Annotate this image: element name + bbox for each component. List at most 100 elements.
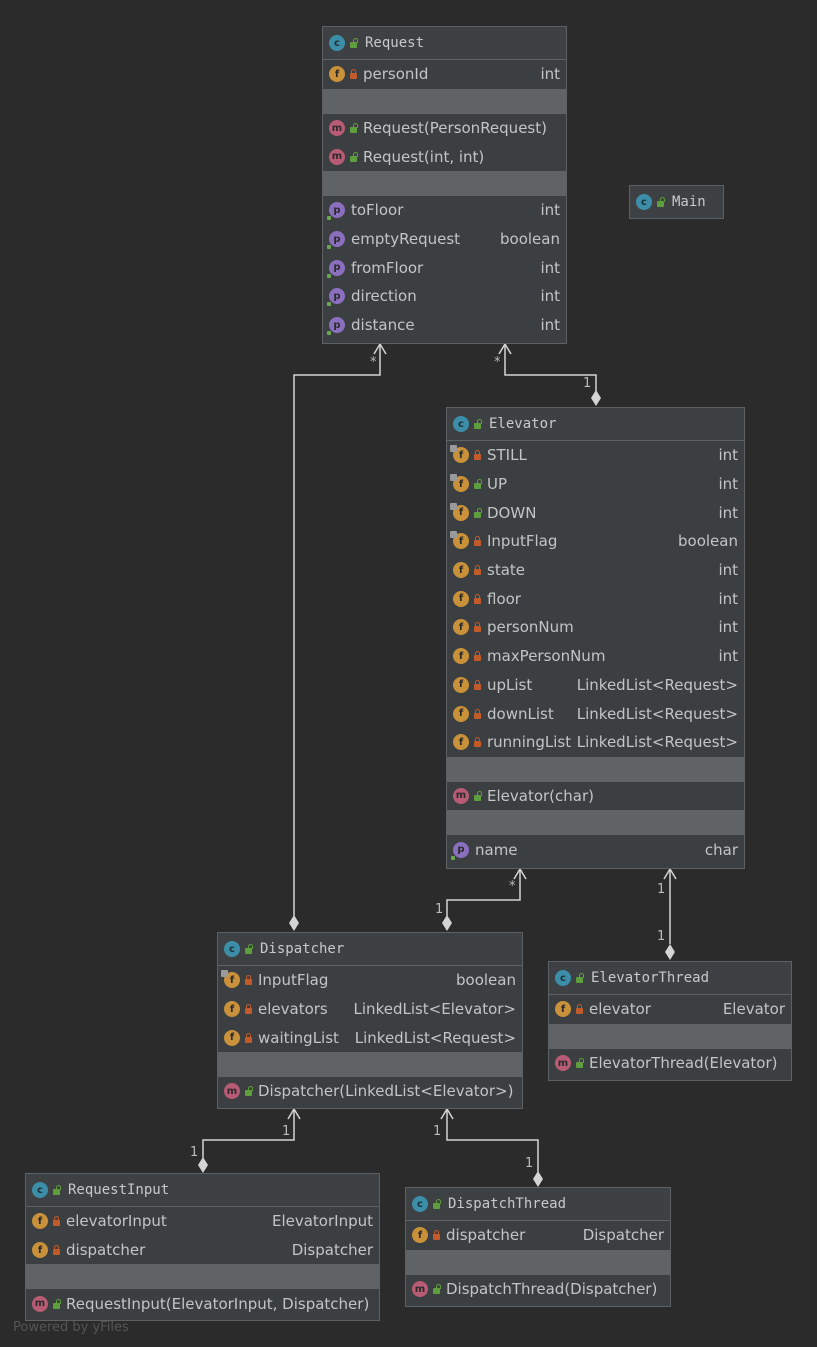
- method-icon: m: [412, 1281, 428, 1298]
- field-icon: f: [224, 1029, 240, 1046]
- arrow-request-right: [498, 342, 512, 355]
- private-lock-icon: [53, 1245, 60, 1256]
- method-row: m Request(int, int): [323, 142, 566, 171]
- field-row: f upList LinkedList<Request>: [447, 671, 744, 700]
- field-row: f maxPersonNum int: [447, 642, 744, 671]
- method-icon: m: [329, 148, 345, 165]
- class-icon: c: [555, 970, 571, 986]
- field-icon: f: [453, 562, 469, 579]
- property-icon: p: [327, 259, 345, 278]
- field-row: f downList LinkedList<Request>: [447, 699, 744, 728]
- property-row: p fromFloor int: [323, 253, 566, 282]
- private-lock-icon: [474, 536, 481, 547]
- class-icon: c: [453, 416, 469, 432]
- public-lock-icon: [245, 1086, 253, 1097]
- method-icon: m: [224, 1083, 240, 1100]
- class-node-dispatcher[interactable]: c Dispatcher f InputFlag boolean f elevat…: [217, 932, 523, 1109]
- arrow-elevator-left: [513, 867, 527, 880]
- property-row: p distance int: [323, 311, 566, 340]
- private-lock-icon: [474, 593, 481, 604]
- class-header: c DispatchThread: [406, 1188, 670, 1221]
- field-row: f personNum int: [447, 613, 744, 642]
- class-header: c Elevator: [447, 408, 744, 441]
- class-icon: c: [32, 1182, 48, 1198]
- class-node-main[interactable]: c Main: [629, 185, 724, 219]
- field-row: f InputFlag boolean: [218, 966, 522, 995]
- multiplicity-label: *: [509, 879, 516, 894]
- private-lock-icon: [350, 69, 357, 80]
- public-lock-icon: [350, 123, 358, 134]
- private-lock-icon: [245, 975, 252, 986]
- field-row: f InputFlag boolean: [447, 527, 744, 556]
- property-icon: p: [327, 202, 345, 221]
- class-node-elevator[interactable]: c Elevator f STILL int f UP int f DOWN int …: [446, 407, 745, 869]
- private-lock-icon: [433, 1230, 440, 1241]
- property-icon: p: [327, 317, 345, 336]
- class-icon: c: [329, 35, 345, 51]
- class-node-requestinput[interactable]: c RequestInput f elevatorInput ElevatorIn…: [25, 1173, 380, 1321]
- diamond-requestinput-dispatcher: [198, 1157, 208, 1173]
- field-icon: f: [453, 648, 469, 665]
- field-icon: f: [224, 1001, 240, 1018]
- field-icon: f: [450, 445, 469, 464]
- private-lock-icon: [245, 1032, 252, 1043]
- multiplicity-label: 1: [657, 929, 666, 944]
- multiplicity-label: 1: [282, 1124, 291, 1139]
- class-header: c Main: [630, 186, 723, 218]
- method-row: m Request(PersonRequest): [323, 114, 566, 143]
- field-icon: f: [412, 1227, 428, 1244]
- field-row: f state int: [447, 556, 744, 585]
- class-node-request[interactable]: c Request f personId int m Request(Person…: [322, 26, 567, 344]
- field-row: f UP int: [447, 470, 744, 499]
- public-lock-icon: [350, 38, 358, 48]
- property-row: p emptyRequest boolean: [323, 225, 566, 254]
- field-row: f dispatcher Dispatcher: [406, 1221, 670, 1250]
- diamond-elevator-request: [591, 390, 601, 406]
- multiplicity-label: 1: [190, 1145, 199, 1160]
- section-separator: [26, 1264, 379, 1290]
- field-icon: f: [221, 970, 240, 989]
- class-title: Request: [365, 35, 425, 51]
- field-icon: f: [555, 1001, 571, 1018]
- public-lock-icon: [433, 1284, 441, 1295]
- class-node-elevatorthread[interactable]: c ElevatorThread f elevator Elevator m El…: [548, 961, 792, 1081]
- edge-dispatcher-request: [293, 345, 381, 916]
- field-row: f elevators LinkedList<Elevator>: [218, 995, 522, 1024]
- class-header: c Request: [323, 27, 566, 60]
- field-icon: f: [450, 531, 469, 550]
- property-row: p toFloor int: [323, 196, 566, 225]
- field-icon: f: [450, 502, 469, 521]
- diamond-dispatcher-request: [289, 915, 299, 931]
- arrow-request-left: [373, 342, 387, 355]
- section-separator: [323, 88, 566, 114]
- powered-by-footer: Powered by yFiles: [13, 1320, 129, 1335]
- public-lock-icon: [576, 973, 584, 983]
- field-icon: f: [329, 66, 345, 83]
- class-icon: c: [224, 941, 240, 957]
- method-icon: m: [453, 787, 469, 804]
- private-lock-icon: [474, 622, 481, 633]
- method-row: m ElevatorThread(Elevator): [549, 1049, 791, 1078]
- multiplicity-label: 1: [583, 376, 592, 391]
- field-icon: f: [453, 705, 469, 722]
- public-lock-icon: [474, 507, 482, 518]
- diamond-dispatchthread-dispatcher: [533, 1171, 543, 1187]
- section-separator: [323, 171, 566, 197]
- class-node-dispatchthread[interactable]: c DispatchThread f dispatcher Dispatcher …: [405, 1187, 671, 1307]
- section-separator: [447, 756, 744, 782]
- section-separator: [406, 1249, 670, 1275]
- field-row: f DOWN int: [447, 498, 744, 527]
- field-icon: f: [453, 734, 469, 751]
- method-icon: m: [555, 1055, 571, 1072]
- public-lock-icon: [474, 479, 482, 490]
- public-lock-icon: [474, 419, 482, 429]
- property-row: p name char: [447, 835, 744, 864]
- class-title: ElevatorThread: [591, 970, 710, 986]
- class-header: c ElevatorThread: [549, 962, 791, 995]
- field-row: f personId int: [323, 60, 566, 89]
- multiplicity-label: *: [494, 355, 501, 370]
- private-lock-icon: [474, 651, 481, 662]
- public-lock-icon: [350, 151, 358, 162]
- multiplicity-label: 1: [433, 1124, 442, 1139]
- arrow-elevator-right: [663, 867, 677, 880]
